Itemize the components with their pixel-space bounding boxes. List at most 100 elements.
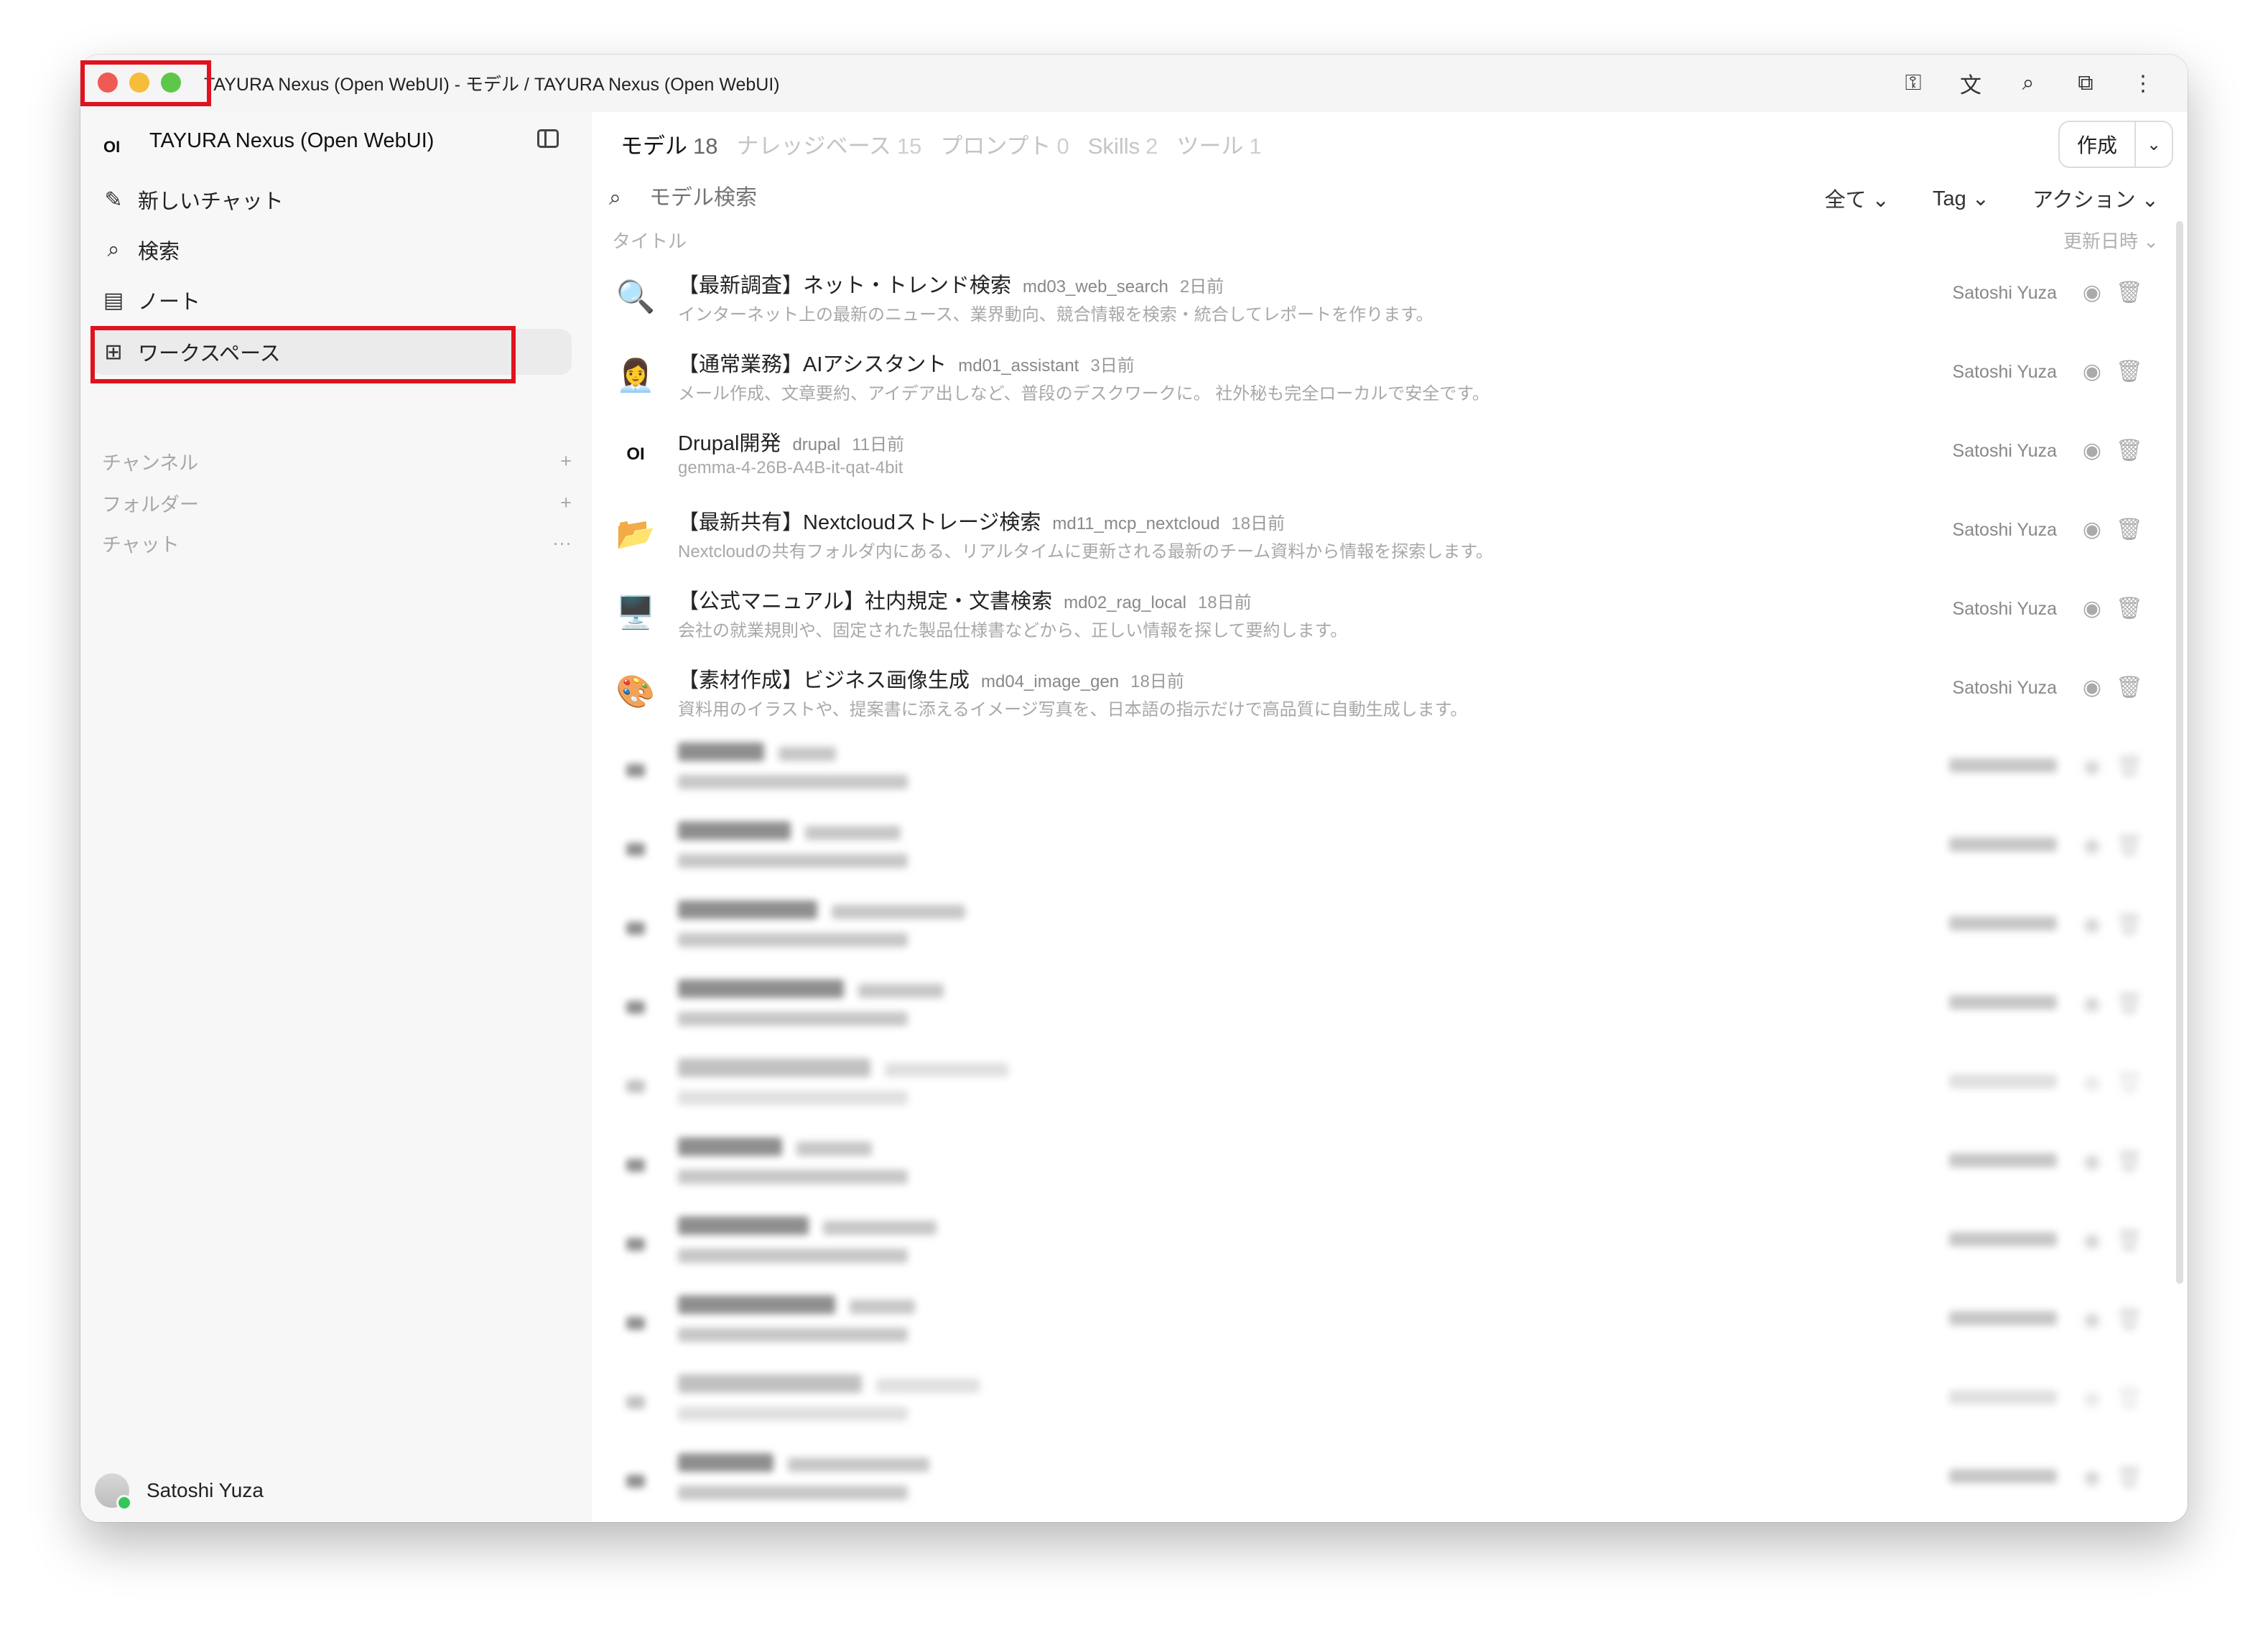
trash-icon[interactable]: 🗑 — [2116, 991, 2143, 1016]
trash-icon[interactable]: 🗑 — [2116, 754, 2143, 779]
model-owner — [1949, 1468, 2057, 1488]
eye-icon[interactable]: ◉ — [2083, 280, 2101, 305]
list-item[interactable]: ◉ 🗑 — [612, 1054, 2159, 1133]
list-item[interactable]: 📂 【最新共有】Nextcloudストレージ検索 md11_mcp_nextclou… — [612, 501, 2159, 580]
eye-icon[interactable]: ◉ — [2083, 912, 2101, 937]
filter-all-dropdown[interactable]: 全て ⌄ — [1803, 183, 1890, 213]
extension-icon[interactable]: ⧉ — [2070, 67, 2101, 99]
more-vertical-icon[interactable]: ⋮ — [2127, 67, 2159, 99]
trash-icon[interactable]: 🗑 — [2116, 1149, 2143, 1174]
eye-icon[interactable]: ◉ — [2083, 675, 2101, 700]
model-name[interactable]: 【最新共有】Nextcloudストレージ検索 — [678, 505, 1041, 536]
model-owner: Satoshi Yuza — [1952, 599, 2057, 619]
trash-icon[interactable]: 🗑 — [2116, 1228, 2143, 1253]
trash-icon[interactable]: 🗑 — [2116, 359, 2143, 384]
user-menu[interactable]: Satoshi Yuza — [95, 1473, 264, 1511]
nav-new-chat[interactable]: ✎ 新しいチャット — [92, 177, 572, 223]
key-icon[interactable]: ⚿ — [1897, 67, 1929, 99]
model-updated: 3日前 — [1090, 356, 1135, 376]
list-item[interactable]: ◉ 🗑 — [612, 1133, 2159, 1212]
eye-icon[interactable]: ◉ — [2083, 833, 2101, 858]
eye-icon[interactable]: ◉ — [2083, 438, 2101, 463]
list-item[interactable]: ◉ 🗑 — [612, 896, 2159, 975]
list-item[interactable]: 🔍 【最新調査】ネット・トレンド検索 md03_web_search 2日前 インターネ… — [612, 264, 2159, 343]
model-owner: Satoshi Yuza — [1952, 678, 2057, 698]
scrollbar[interactable] — [2176, 221, 2183, 1284]
model-owner — [1949, 1152, 2057, 1173]
list-item[interactable]: 🖥️ 【公式マニュアル】社内規定・文書検索 md02_rag_local 18日前 会社… — [612, 580, 2159, 659]
model-name[interactable]: 【公式マニュアル】社内規定・文書検索 — [678, 584, 1052, 615]
tab-models[interactable]: モデル 18 — [621, 128, 717, 160]
eye-icon[interactable]: ◉ — [2083, 1228, 2101, 1253]
eye-icon[interactable]: ◉ — [2083, 1465, 2101, 1490]
list-item[interactable]: ◉ 🗑 — [612, 817, 2159, 896]
trash-icon[interactable]: 🗑 — [2116, 1070, 2143, 1095]
create-button[interactable]: 作成 — [2060, 122, 2136, 167]
list-item[interactable]: ◉ 🗑 — [612, 1291, 2159, 1370]
section-channels[interactable]: チャンネル + — [102, 447, 572, 475]
trash-icon[interactable]: 🗑 — [2116, 438, 2143, 463]
app-title[interactable]: TAYURA Nexus (Open WebUI) — [149, 129, 434, 153]
list-item[interactable]: 🎨 【素材作成】ビジネス画像生成 md04_image_gen 18日前 資料用のイラス… — [612, 659, 2159, 738]
chevron-down-icon[interactable]: ⌄ — [2136, 134, 2172, 155]
eye-icon[interactable]: ◉ — [2083, 517, 2101, 542]
list-item[interactable]: ◉ 🗑 — [612, 1370, 2159, 1449]
trash-icon[interactable]: 🗑 — [2116, 1307, 2143, 1332]
app-logo[interactable]: OI — [103, 138, 120, 157]
column-title[interactable]: タイトル — [612, 227, 687, 253]
list-item[interactable]: ◉ 🗑 — [612, 1449, 2159, 1522]
list-item[interactable]: OI Drupal開発 drupal 11日前 gemma-4-26B-A4B-it-q… — [612, 422, 2159, 501]
eye-icon[interactable]: ◉ — [2083, 596, 2101, 621]
trash-icon[interactable]: 🗑 — [2116, 833, 2143, 858]
model-name[interactable]: 【素材作成】ビジネス画像生成 — [678, 663, 970, 694]
eye-icon[interactable]: ◉ — [2083, 1070, 2101, 1095]
list-item[interactable]: ◉ 🗑 — [612, 1212, 2159, 1291]
nav-search[interactable]: ⌕ 検索 — [92, 227, 572, 273]
trash-icon[interactable]: 🗑 — [2116, 596, 2143, 621]
zoom-icon[interactable]: ⌕ — [2012, 67, 2044, 99]
actions-dropdown[interactable]: アクション ⌄ — [2011, 183, 2159, 213]
nav-notes[interactable]: ▤ ノート — [92, 277, 572, 323]
model-search-input[interactable] — [648, 185, 1225, 211]
eye-icon[interactable]: ◉ — [2083, 754, 2101, 779]
list-item[interactable]: ◉ 🗑 — [612, 975, 2159, 1054]
tab-prompts[interactable]: プロンプト 0 — [940, 128, 1069, 160]
avatar[interactable] — [95, 1473, 132, 1511]
filter-tag-dropdown[interactable]: Tag ⌄ — [1911, 186, 1989, 211]
tab-tools[interactable]: ツール 1 — [1176, 128, 1261, 160]
eye-icon[interactable]: ◉ — [2083, 359, 2101, 384]
section-chats[interactable]: チャット ··· — [102, 528, 572, 557]
model-name[interactable]: Drupal開発 — [678, 426, 781, 457]
eye-icon[interactable]: ◉ — [2083, 1149, 2101, 1174]
column-header: タイトル 更新日時 ⌄ — [612, 227, 2159, 253]
list-item[interactable]: 👩‍💼 【通常業務】AIアシスタント md01_assistant 3日前 メール作成、… — [612, 343, 2159, 422]
eye-icon[interactable]: ◉ — [2083, 1307, 2101, 1332]
model-name[interactable]: 【通常業務】AIアシスタント — [678, 348, 947, 378]
model-avatar-icon — [612, 1458, 659, 1505]
trash-icon[interactable]: 🗑 — [2116, 912, 2143, 937]
eye-icon[interactable]: ◉ — [2083, 991, 2101, 1016]
tab-skills[interactable]: Skills 2 — [1088, 134, 1158, 159]
list-item[interactable]: ◉ 🗑 — [612, 738, 2159, 817]
translate-icon[interactable]: 文 — [1955, 67, 1986, 99]
tab-knowledge[interactable]: ナレッジベース 15 — [736, 128, 921, 160]
model-name-line — [678, 1137, 872, 1156]
column-updated[interactable]: 更新日時 ⌄ — [2063, 227, 2159, 253]
model-name-line: 【通常業務】AIアシスタント md01_assistant 3日前 — [678, 348, 1135, 378]
model-description: 会社の就業規則や、固定された製品仕様書などから、正しい情報を探して要約します。 — [678, 621, 1348, 640]
trash-icon[interactable]: 🗑 — [2116, 1386, 2143, 1411]
eye-icon[interactable]: ◉ — [2083, 1386, 2101, 1411]
trash-icon[interactable]: 🗑 — [2116, 675, 2143, 700]
trash-icon[interactable]: 🗑 — [2116, 280, 2143, 305]
model-description: gemma-4-26B-A4B-it-qat-4bit — [678, 458, 903, 477]
model-name[interactable]: 【最新調査】ネット・トレンド検索 — [678, 269, 1011, 299]
add-folder-button[interactable]: + — [560, 492, 572, 514]
chats-more-button[interactable]: ··· — [552, 532, 572, 554]
sidebar-toggle-icon[interactable] — [537, 129, 559, 148]
trash-icon[interactable]: 🗑 — [2116, 1465, 2143, 1490]
section-folders[interactable]: フォルダー + — [102, 488, 572, 517]
trash-icon[interactable]: 🗑 — [2116, 517, 2143, 542]
tab-count: 1 — [1249, 134, 1262, 159]
add-channel-button[interactable]: + — [560, 450, 572, 472]
model-name-line: 【公式マニュアル】社内規定・文書検索 md02_rag_local 18日前 — [678, 584, 1252, 615]
